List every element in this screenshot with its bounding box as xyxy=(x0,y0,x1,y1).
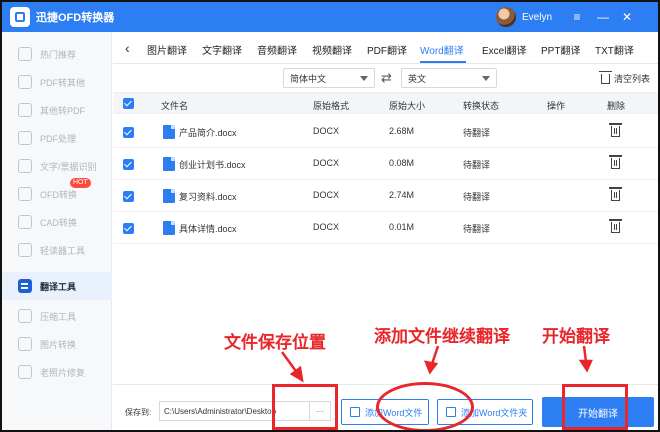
annotation-box-start xyxy=(562,384,628,430)
annotation-ellipse-add-files xyxy=(376,382,474,430)
annotation-arrows xyxy=(280,345,593,383)
annotation-box-save-path xyxy=(272,384,338,430)
app-window: 迅捷OFD转换器 Evelyn ≡ — ✕ 热门推荐 PDF转其他 其他转PDF… xyxy=(0,0,660,432)
